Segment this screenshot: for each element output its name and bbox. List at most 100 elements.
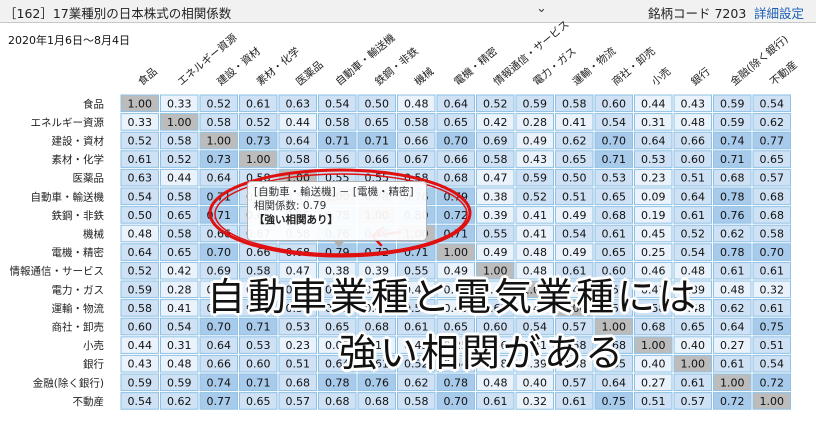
cell-value: 0.61 [760, 302, 785, 315]
tooltip-pointer [333, 240, 345, 248]
cell-value: 0.47 [483, 172, 508, 185]
cell-value: 0.68 [641, 321, 666, 334]
cell-value: 0.48 [720, 283, 745, 296]
cell-value: 0.48 [128, 228, 153, 241]
cell-value: 0.51 [286, 358, 311, 371]
cell-value: 0.65 [246, 395, 271, 408]
cell-value: 0.39 [483, 209, 508, 222]
cell-value: 0.71 [325, 135, 350, 148]
cell-value: 0.61 [246, 97, 271, 110]
cell-value: 0.60 [246, 358, 271, 371]
cell-value: 0.71 [720, 153, 745, 166]
cell-value: 0.65 [167, 209, 192, 222]
cell-value: 0.60 [681, 153, 706, 166]
cell-value: 0.61 [483, 395, 508, 408]
cell-value: 0.40 [641, 358, 666, 371]
cell-value: 0.58 [286, 153, 311, 166]
cell-value: 0.38 [483, 190, 508, 203]
column-label: 医薬品 [294, 59, 326, 88]
cell-value: 0.62 [760, 116, 785, 129]
cell-value: 1.00 [641, 339, 666, 352]
cell-value: 0.54 [760, 97, 785, 110]
cell-value: 0.53 [286, 321, 311, 334]
cell-value: 0.65 [562, 153, 587, 166]
cell-value: 0.64 [128, 246, 153, 259]
cell-value: 0.23 [641, 172, 666, 185]
cell-value: 0.50 [562, 172, 587, 185]
cell-value: 0.59 [128, 376, 153, 389]
cell-value: 0.77 [760, 135, 785, 148]
cell-value: 0.68 [365, 395, 390, 408]
cell-value: 0.64 [720, 321, 745, 334]
cell-value: 0.78 [325, 376, 350, 389]
cell-value: 0.66 [404, 135, 429, 148]
cell-value: 0.63 [286, 97, 311, 110]
cell-value: 0.61 [562, 395, 587, 408]
cell-value: 0.49 [562, 209, 587, 222]
cell-value: 0.75 [602, 395, 627, 408]
cell-value: 0.58 [325, 116, 350, 129]
cell-value: 0.61 [681, 376, 706, 389]
cell-value: 0.57 [681, 395, 706, 408]
cell-value: 0.65 [444, 116, 469, 129]
cell-value: 0.68 [602, 209, 627, 222]
cell-value: 0.52 [523, 190, 548, 203]
cell-value: 0.68 [325, 395, 350, 408]
cell-value: 0.42 [483, 116, 508, 129]
cell-value: 0.71 [602, 153, 627, 166]
cell-value: 0.68 [444, 172, 469, 185]
cell-value: 0.68 [720, 172, 745, 185]
cell-value: 0.41 [523, 228, 548, 241]
cell-value: 0.71 [246, 321, 271, 334]
row-label: エネルギー資源 [31, 116, 105, 129]
cell-value: 1.00 [444, 246, 469, 259]
cell-value: 0.54 [562, 228, 587, 241]
cell-value: 0.58 [404, 395, 429, 408]
cell-value: 0.28 [167, 283, 192, 296]
cell-value: 0.54 [681, 246, 706, 259]
cell-value: 0.70 [207, 246, 232, 259]
cell-value: 1.00 [681, 358, 706, 371]
cell-value: 0.66 [681, 135, 706, 148]
column-label: 機械 [412, 65, 437, 89]
cell-value: 0.63 [128, 172, 153, 185]
cell-value: 0.25 [641, 246, 666, 259]
row-label: 運輸・物流 [52, 302, 105, 315]
cell-value: 0.71 [365, 135, 390, 148]
cell-value: 0.61 [720, 358, 745, 371]
cell-value: 1.00 [128, 97, 153, 110]
cell-value: 0.66 [444, 153, 469, 166]
cell-value: 0.66 [207, 358, 232, 371]
cell-value: 0.49 [562, 246, 587, 259]
cell-value: 0.44 [641, 97, 666, 110]
cell-value: 0.41 [167, 302, 192, 315]
cell-value: 0.44 [286, 116, 311, 129]
row-label: 商社・卸売 [52, 321, 105, 334]
cell-value: 0.66 [365, 153, 390, 166]
cell-value: 0.75 [760, 321, 785, 334]
cell-value: 0.65 [365, 116, 390, 129]
cell-value: 0.61 [720, 265, 745, 278]
cell-value: 0.48 [681, 116, 706, 129]
cell-value: 0.72 [720, 395, 745, 408]
cell-value: 0.64 [207, 339, 232, 352]
cell-value: 0.33 [128, 116, 153, 129]
cell-value: 0.74 [720, 135, 745, 148]
cell-value: 0.27 [641, 376, 666, 389]
cell-value: 0.49 [483, 246, 508, 259]
cell-value: 0.59 [128, 283, 153, 296]
cell-value: 0.51 [760, 339, 785, 352]
cell-value: 0.59 [720, 116, 745, 129]
cell-value: 0.59 [167, 376, 192, 389]
cell-value: 0.32 [523, 395, 548, 408]
row-label: 銀行 [83, 358, 104, 371]
cell-value: 0.74 [207, 376, 232, 389]
cell-value: 0.44 [167, 172, 192, 185]
cell-value: 0.65 [681, 321, 706, 334]
cell-value: 1.00 [760, 395, 785, 408]
cell-value: 0.72 [444, 209, 469, 222]
cell-value: 0.68 [760, 209, 785, 222]
cell-value: 0.65 [602, 190, 627, 203]
cell-value: 0.70 [602, 135, 627, 148]
cell-value: 0.48 [483, 376, 508, 389]
